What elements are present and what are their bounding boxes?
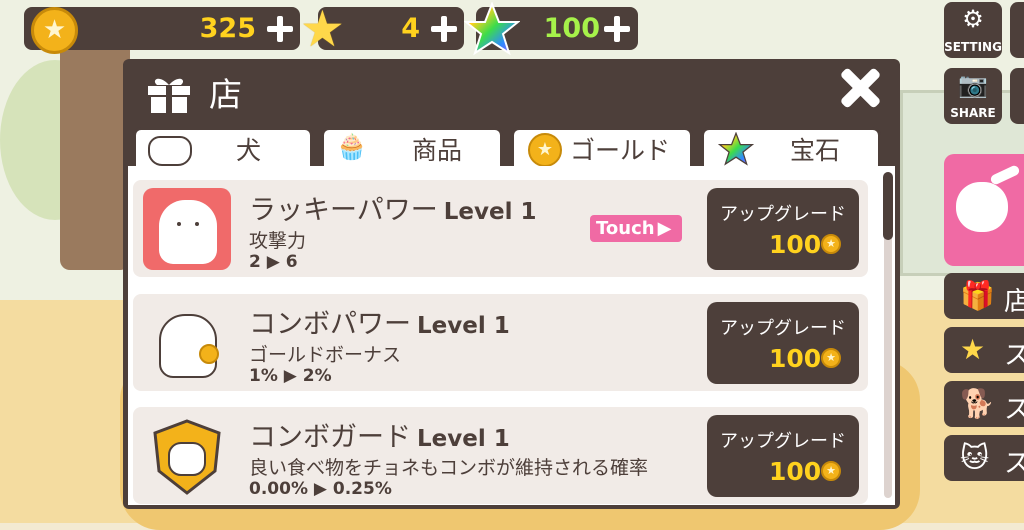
gold-coin-icon: ★ (31, 7, 78, 54)
item-name: コンボパワー Level 1 (249, 309, 510, 340)
star-value: 4 (401, 13, 420, 44)
star-icon: ★ (960, 333, 986, 366)
upgrade-label: アップグレード (720, 204, 846, 225)
item-level: Level 1 (417, 426, 510, 452)
rainbow-star-icon (464, 2, 520, 56)
add-gems-button[interactable] (604, 16, 630, 42)
list-item: ラッキーパワー Level 1 攻撃力 2 ▶ 6 アップグレード 100 ★ (133, 180, 868, 277)
tab-goods[interactable]: 🧁 商品 (321, 127, 503, 166)
add-coins-button[interactable] (267, 16, 293, 42)
tab-gems[interactable]: 宝石 (701, 127, 881, 166)
gift-icon (148, 78, 190, 113)
item-values: 1% ▶ 2% (249, 366, 332, 386)
background-tree (60, 40, 130, 270)
upgrade-price: 100 (769, 457, 822, 486)
upgrade-price: 100 (769, 230, 822, 259)
tab-goods-label: 商品 (412, 136, 463, 165)
share-label: SHARE (950, 106, 996, 120)
play-arrow-icon: ▶ (657, 218, 672, 239)
setting-label: SETTING (944, 40, 1002, 54)
lucky-cat-icon (143, 188, 231, 270)
coin-value: 325 (199, 13, 256, 44)
tab-gold-label: ゴールド (570, 136, 671, 165)
cat-face-icon (148, 136, 192, 166)
gem-value: 100 (543, 13, 600, 44)
dog-icon (956, 182, 1008, 232)
dialog-title: 店 (209, 75, 242, 114)
side-extra-button-top[interactable] (1010, 2, 1024, 58)
item-level: Level 1 (443, 199, 537, 225)
gold-coin-icon: ★ (821, 461, 841, 481)
list-item: コンボパワー Level 1 ゴールドボーナス 1% ▶ 2% アップグレード 1… (133, 294, 868, 391)
dog-icon: 🐕 (960, 387, 995, 420)
tab-dogs[interactable]: 犬 (133, 127, 313, 166)
cat-face-icon: 🐱 (960, 441, 990, 474)
upgrade-button[interactable]: アップグレード 100 ★ (707, 302, 859, 384)
shield-cat-icon (143, 415, 231, 497)
side-cat-label: ス (1004, 449, 1024, 479)
rainbow-star-icon (718, 132, 754, 166)
gear-icon: ⚙ (962, 5, 984, 33)
tab-gems-label: 宝石 (790, 136, 841, 165)
coin-cat-icon (143, 302, 231, 384)
upgrade-button[interactable]: アップグレード 100 ★ (707, 415, 859, 497)
touch-label: Touch (596, 218, 655, 239)
gift-icon: 🎁 (960, 279, 995, 312)
side-shop-label: 店 (1004, 287, 1024, 317)
item-level: Level 1 (417, 313, 510, 339)
item-description: 良い食べ物をチョネもコンボが維持される確率 (249, 457, 649, 479)
close-button[interactable] (838, 66, 882, 110)
side-star-label: ス (1004, 341, 1024, 371)
tab-gold[interactable]: ★ ゴールド (511, 127, 693, 167)
item-description: 攻撃力 (249, 230, 307, 252)
camera-icon: 📷 (958, 71, 988, 99)
side-cat-button[interactable]: 🐱 ス (944, 435, 1024, 481)
item-name: ラッキーパワー Level 1 (249, 195, 537, 226)
gold-coin-icon: ★ (821, 234, 841, 254)
item-name: コンボガード Level 1 (249, 422, 510, 453)
setting-button[interactable]: ⚙ SETTING (944, 2, 1002, 58)
upgrade-button[interactable]: アップグレード 100 ★ (707, 188, 859, 270)
gold-coin-icon: ★ (528, 133, 562, 167)
list-item: コンボガード Level 1 良い食べ物をチョネもコンボが維持される確率 0.00… (133, 407, 868, 504)
side-star-button[interactable]: ★ ス (944, 327, 1024, 373)
side-dog-label: ス (1004, 395, 1024, 425)
upgrade-label: アップグレード (720, 431, 846, 452)
tab-dogs-label: 犬 (236, 136, 262, 165)
item-values: 0.00% ▶ 0.25% (249, 479, 392, 499)
upgrade-price: 100 (769, 344, 822, 373)
share-button[interactable]: 📷 SHARE (944, 68, 1002, 124)
side-dog-button[interactable]: 🐕 ス (944, 381, 1024, 427)
touch-hint[interactable]: Touch ▶ (590, 215, 682, 242)
item-description: ゴールドボーナス (249, 344, 402, 366)
side-shop-button[interactable]: 🎁 店 (944, 273, 1024, 319)
item-values: 2 ▶ 6 (249, 252, 298, 272)
gold-coin-icon: ★ (821, 348, 841, 368)
upgrade-label: アップグレード (720, 318, 846, 339)
star-icon: ★ (300, 0, 345, 58)
cake-icon: 🧁 (336, 132, 368, 161)
add-stars-button[interactable] (431, 16, 457, 42)
scrollbar-thumb[interactable] (883, 172, 893, 240)
side-extra-button-mid[interactable] (1010, 68, 1024, 124)
